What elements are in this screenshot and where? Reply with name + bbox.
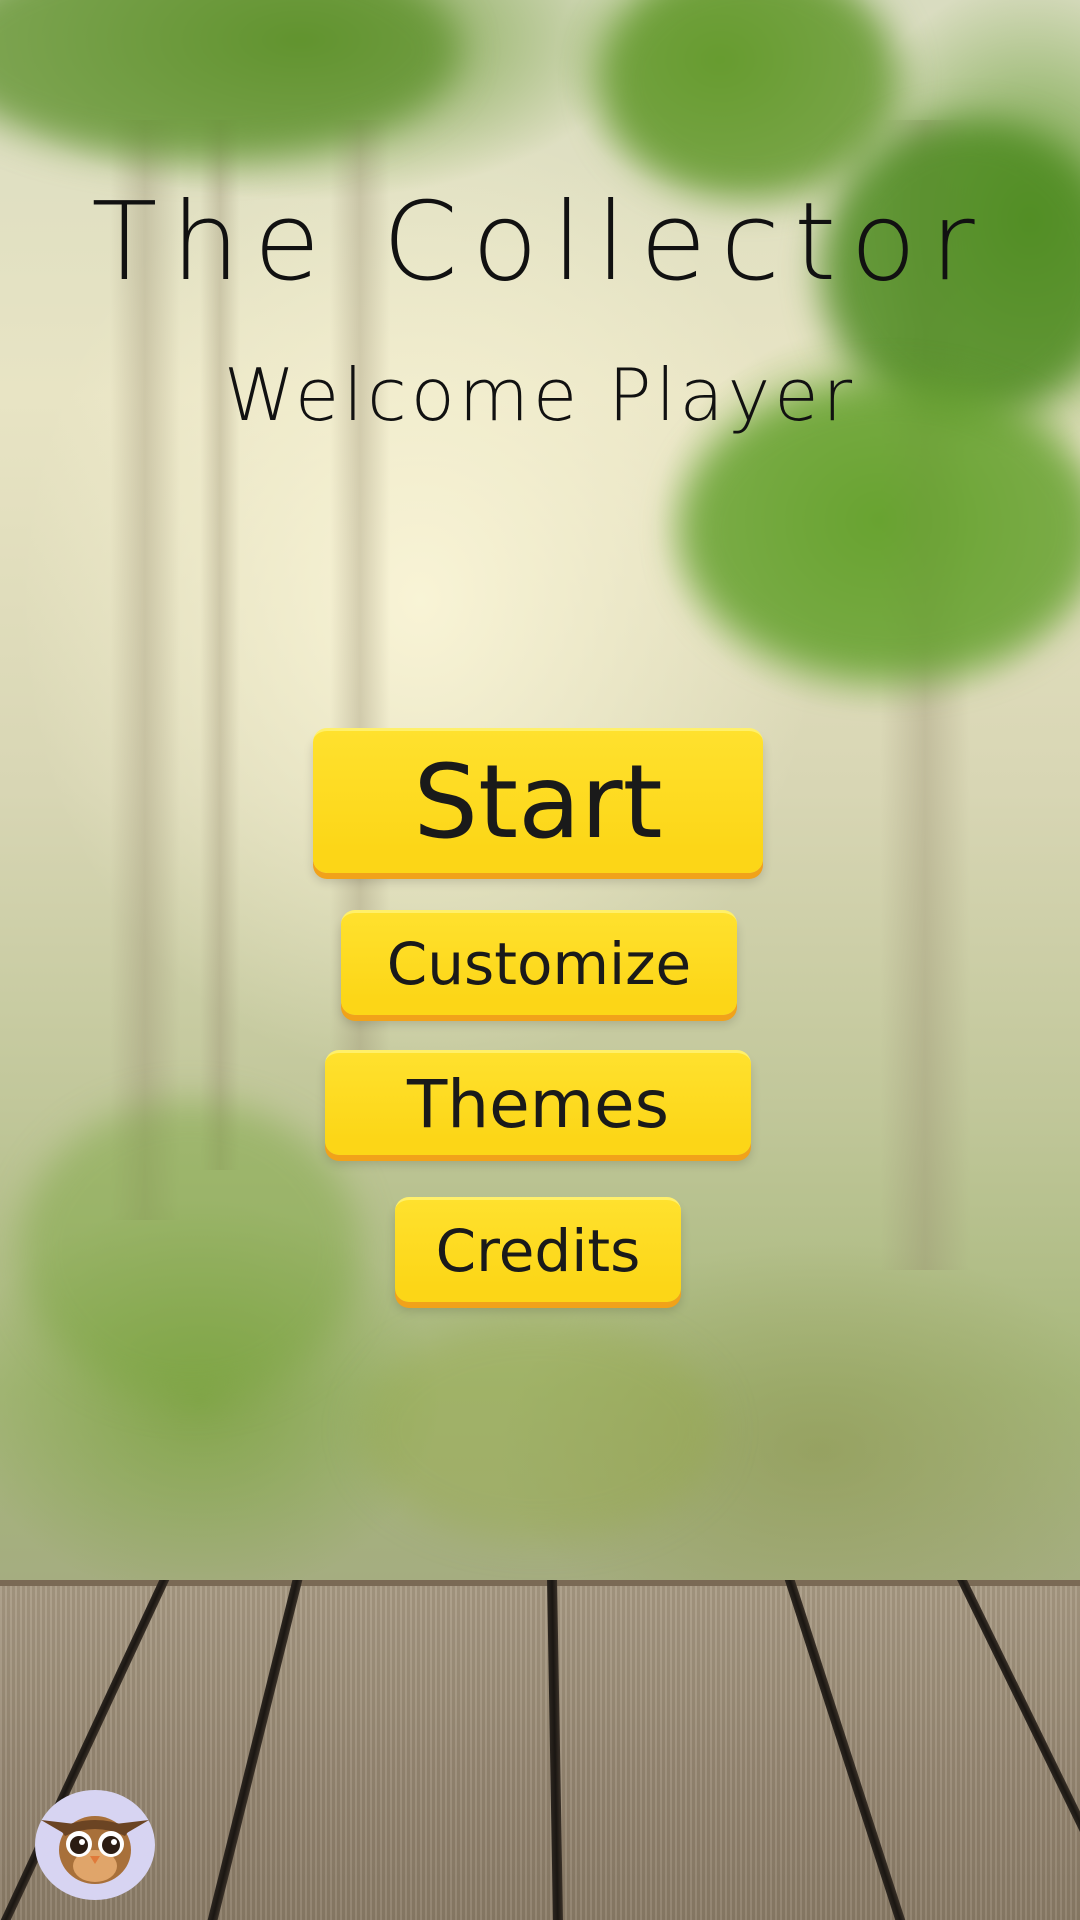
welcome-message: Welcome Player: [223, 353, 857, 437]
start-button-label: Start: [413, 742, 663, 862]
bushes: [360, 1320, 720, 1540]
themes-button-label: Themes: [406, 1065, 670, 1143]
plank-gap: [207, 1580, 303, 1920]
main-menu-screen: The Collector Welcome Player Start Custo…: [0, 0, 1080, 1920]
themes-button[interactable]: Themes: [325, 1050, 751, 1155]
wooden-deck: [0, 1580, 1080, 1920]
bushes: [20, 1100, 360, 1400]
credits-button[interactable]: Credits: [395, 1197, 681, 1302]
leaves: [0, 0, 460, 160]
plank-gap: [784, 1580, 906, 1920]
customize-button[interactable]: Customize: [341, 910, 737, 1015]
owl-avatar-button[interactable]: [35, 1790, 155, 1900]
credits-button-label: Credits: [435, 1217, 641, 1285]
owl-icon: [41, 1816, 149, 1884]
customize-button-label: Customize: [386, 930, 692, 998]
plank-gap: [547, 1580, 563, 1920]
game-title: The Collector: [91, 180, 989, 305]
start-button[interactable]: Start: [313, 728, 763, 873]
plank-gap: [957, 1580, 1080, 1920]
leaves: [600, 0, 900, 200]
